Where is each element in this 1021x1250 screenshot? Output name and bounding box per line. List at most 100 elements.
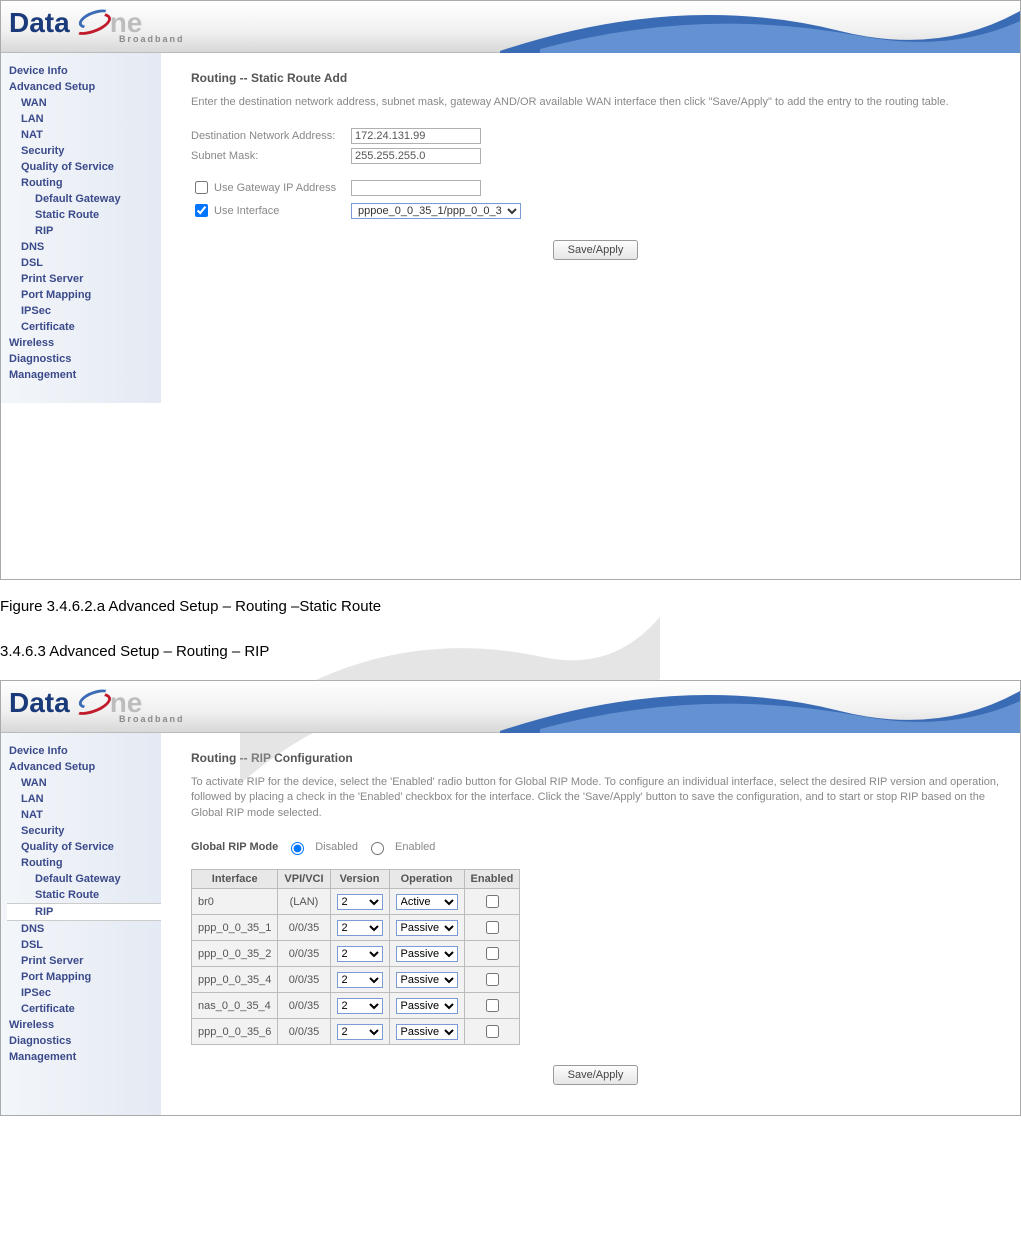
nav-static-route[interactable]: Static Route (7, 207, 161, 223)
rip-operation-select[interactable]: Passive (396, 920, 458, 936)
nav-dsl[interactable]: DSL (7, 255, 161, 271)
sidebar: Device InfoAdvanced SetupWANLANNATSecuri… (1, 733, 161, 1115)
rip-enabled-checkbox[interactable] (486, 921, 499, 934)
rip-enabled-checkbox[interactable] (486, 895, 499, 908)
nav-security[interactable]: Security (7, 823, 161, 839)
rip-operation-select[interactable]: Passive (396, 1024, 458, 1040)
save-apply-button[interactable]: Save/Apply (553, 240, 639, 260)
rip-cell-vpi: (LAN) (278, 889, 330, 915)
nav-wireless[interactable]: Wireless (7, 335, 161, 351)
nav-port-mapping[interactable]: Port Mapping (7, 969, 161, 985)
save-apply-button[interactable]: Save/Apply (553, 1065, 639, 1085)
table-row: nas_0_0_35_40/0/352Passive (192, 993, 520, 1019)
rip-version-select[interactable]: 2 (337, 972, 383, 988)
gateway-ip-input[interactable] (351, 180, 481, 196)
nav-ipsec[interactable]: IPSec (7, 303, 161, 319)
rip-cell-interface: ppp_0_0_35_6 (192, 1019, 278, 1045)
nav-security[interactable]: Security (7, 143, 161, 159)
nav-lan[interactable]: LAN (7, 791, 161, 807)
nav-print-server[interactable]: Print Server (7, 271, 161, 287)
rip-enabled-checkbox[interactable] (486, 1025, 499, 1038)
main-panel: Routing -- RIP Configuration To activate… (161, 733, 1020, 1115)
nav-print-server[interactable]: Print Server (7, 953, 161, 969)
logo-subtitle: Broadband (119, 35, 185, 44)
rip-version-select[interactable]: 2 (337, 894, 383, 910)
rip-mode-label: Global RIP Mode (191, 841, 278, 853)
rip-operation-select[interactable]: Passive (396, 946, 458, 962)
rip-col-header: Enabled (464, 870, 520, 889)
interface-select[interactable]: pppoe_0_0_35_1/ppp_0_0_35_1 (351, 203, 521, 219)
nav-default-gateway[interactable]: Default Gateway (7, 871, 161, 887)
mask-input[interactable] (351, 148, 481, 164)
rip-operation-select[interactable]: Passive (396, 972, 458, 988)
nav-lan[interactable]: LAN (7, 111, 161, 127)
rip-cell-vpi: 0/0/35 (278, 967, 330, 993)
nav-wireless[interactable]: Wireless (7, 1017, 161, 1033)
rip-version-select[interactable]: 2 (337, 998, 383, 1014)
use-interface-checkbox[interactable] (195, 204, 208, 217)
nav-certificate[interactable]: Certificate (7, 319, 161, 335)
logo-text-a: Data (9, 689, 70, 717)
nav-dns[interactable]: DNS (7, 921, 161, 937)
logo-text-b: ne (110, 689, 143, 717)
nav-rip[interactable]: RIP (7, 223, 161, 239)
rip-enabled-checkbox[interactable] (486, 973, 499, 986)
nav-advanced-setup[interactable]: Advanced Setup (7, 79, 161, 95)
rip-mode-enabled-label: Enabled (395, 841, 435, 853)
nav-static-route[interactable]: Static Route (7, 887, 161, 903)
table-row: br0(LAN)2Active (192, 889, 520, 915)
nav-diagnostics[interactable]: Diagnostics (7, 351, 161, 367)
use-interface-label: Use Interface (214, 205, 279, 217)
table-row: ppp_0_0_35_20/0/35 2 Passive (192, 941, 520, 967)
rip-enabled-checkbox[interactable] (486, 999, 499, 1012)
rip-version-select[interactable]: 2 (337, 920, 383, 936)
rip-col-header: Operation (389, 870, 464, 889)
main-panel: Routing -- Static Route Add Enter the de… (161, 53, 1020, 403)
rip-table: InterfaceVPI/VCIVersionOperationEnabled … (191, 869, 520, 1045)
nav-ipsec[interactable]: IPSec (7, 985, 161, 1001)
nav-advanced-setup[interactable]: Advanced Setup (7, 759, 161, 775)
table-row: ppp_0_0_35_40/0/352Passive (192, 967, 520, 993)
nav-qos[interactable]: Quality of Service (7, 159, 161, 175)
nav-nat[interactable]: NAT (7, 807, 161, 823)
nav-dsl[interactable]: DSL (7, 937, 161, 953)
rip-operation-select[interactable]: Passive (396, 998, 458, 1014)
nav-default-gateway[interactable]: Default Gateway (7, 191, 161, 207)
rip-cell-interface: ppp_0_0_35_2 (192, 941, 278, 967)
nav-rip[interactable]: RIP (7, 903, 161, 921)
nav-management[interactable]: Management (7, 367, 161, 383)
nav-routing[interactable]: Routing (7, 855, 161, 871)
page-title: Routing -- Static Route Add (191, 71, 1000, 85)
rip-enabled-checkbox[interactable] (486, 947, 499, 960)
header-swoosh-icon (500, 1, 1020, 53)
rip-mode-disabled-radio[interactable] (291, 842, 304, 855)
nav-port-mapping[interactable]: Port Mapping (7, 287, 161, 303)
rip-mode-enabled-radio[interactable] (371, 842, 384, 855)
nav-routing[interactable]: Routing (7, 175, 161, 191)
logo-swoosh-icon (72, 11, 108, 35)
nav-wan[interactable]: WAN (7, 95, 161, 111)
rip-col-header: VPI/VCI (278, 870, 330, 889)
page-title: Routing -- RIP Configuration (191, 751, 1000, 765)
nav-diagnostics[interactable]: Diagnostics (7, 1033, 161, 1049)
use-gateway-label: Use Gateway IP Address (214, 182, 336, 194)
nav-dns[interactable]: DNS (7, 239, 161, 255)
nav-certificate[interactable]: Certificate (7, 1001, 161, 1017)
rip-version-select[interactable]: 2 (337, 1024, 383, 1040)
nav-qos[interactable]: Quality of Service (7, 839, 161, 855)
mask-label: Subnet Mask: (191, 150, 351, 162)
dest-input[interactable] (351, 128, 481, 144)
rip-cell-vpi: 0/0/35 (278, 941, 330, 967)
nav-device-info[interactable]: Device Info (7, 63, 161, 79)
nav-device-info[interactable]: Device Info (7, 743, 161, 759)
nav-management[interactable]: Management (7, 1049, 161, 1065)
nav-nat[interactable]: NAT (7, 127, 161, 143)
logo-text-a: Data (9, 9, 70, 37)
logo: Data ne Broadband (9, 689, 185, 724)
logo: Data ne Broadband (9, 9, 185, 44)
nav-wan[interactable]: WAN (7, 775, 161, 791)
rip-version-select[interactable]: 2 (337, 946, 383, 962)
section-heading-rip: 3.4.6.3 Advanced Setup – Routing – RIP (0, 643, 1021, 660)
rip-operation-select[interactable]: Active (396, 894, 458, 910)
use-gateway-checkbox[interactable] (195, 181, 208, 194)
